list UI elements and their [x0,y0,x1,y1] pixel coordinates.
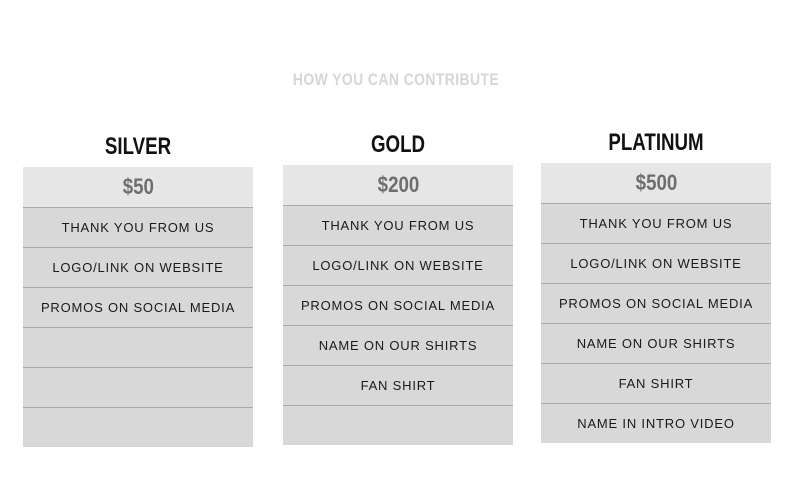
benefit-row: THANK YOU FROM US [541,203,771,243]
benefit-row: FAN SHIRT [541,363,771,403]
benefit-row [23,407,253,447]
tier-card: $500 THANK YOU FROM US LOGO/LINK ON WEBS… [541,163,771,443]
benefit-row: NAME IN INTRO VIDEO [541,403,771,443]
benefit-row: LOGO/LINK ON WEBSITE [283,245,513,285]
benefit-row: PROMOS ON SOCIAL MEDIA [23,287,253,327]
benefit-row: LOGO/LINK ON WEBSITE [23,247,253,287]
tier-price: $200 [283,165,513,205]
tier-price-value: $200 [377,172,419,197]
tier-price-value: $500 [635,170,677,195]
benefit-row: PROMOS ON SOCIAL MEDIA [283,285,513,325]
tier-price: $50 [23,167,253,207]
tier-price-value: $50 [122,174,154,199]
benefit-row [23,327,253,367]
tier-name: PLATINUM [608,129,704,156]
tier-name: GOLD [370,131,426,158]
benefit-row: FAN SHIRT [283,365,513,405]
tier-card: $50 THANK YOU FROM US LOGO/LINK ON WEBSI… [23,167,253,447]
benefit-row [23,367,253,407]
benefit-row: NAME ON OUR SHIRTS [283,325,513,365]
page-title: HOW YOU CAN CONTRIBUTE [292,70,500,89]
benefit-row [283,405,513,445]
tier-price: $500 [541,163,771,203]
benefit-row: THANK YOU FROM US [23,207,253,247]
benefit-row: PROMOS ON SOCIAL MEDIA [541,283,771,323]
tier-card: $200 THANK YOU FROM US LOGO/LINK ON WEBS… [283,165,513,445]
benefit-row: THANK YOU FROM US [283,205,513,245]
benefit-row: NAME ON OUR SHIRTS [541,323,771,363]
benefit-row: LOGO/LINK ON WEBSITE [541,243,771,283]
tier-name: SILVER [104,133,172,160]
